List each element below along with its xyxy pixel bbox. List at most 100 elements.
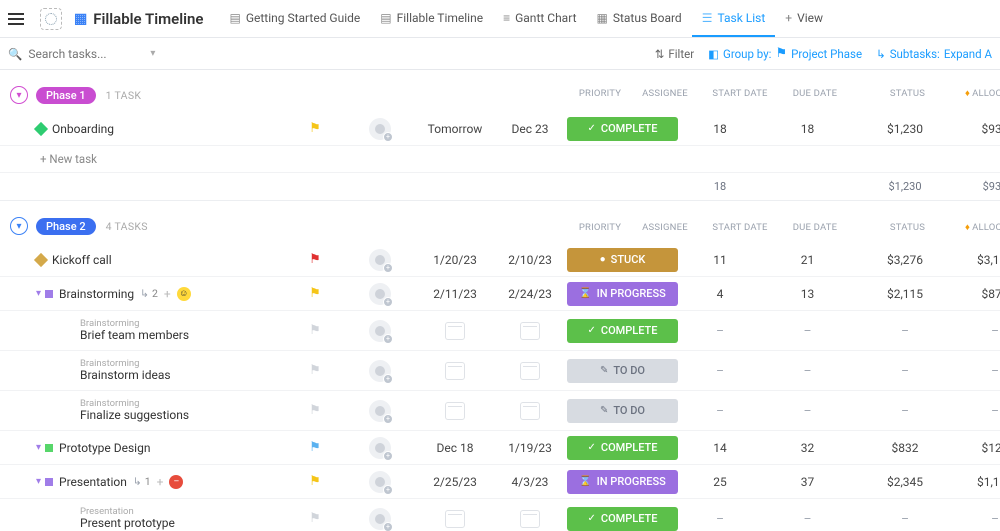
status-badge[interactable]: ✓ COMPLETE bbox=[567, 507, 678, 531]
task-name[interactable]: Brief team members bbox=[80, 328, 189, 342]
status-badge[interactable]: ⌛IN PROGRESS bbox=[567, 282, 678, 306]
calendar-empty-icon[interactable] bbox=[445, 510, 465, 528]
subtasks-button[interactable]: ↳ Subtasks: Expand A bbox=[876, 47, 992, 61]
tab-status-board[interactable]: ▦Status Board bbox=[587, 0, 692, 37]
square-icon bbox=[45, 290, 53, 298]
status-badge[interactable]: ✎TO DO bbox=[567, 359, 678, 383]
priority-flag-icon[interactable]: ⚑ bbox=[309, 403, 321, 418]
status-badge[interactable]: ●STUCK bbox=[567, 248, 678, 272]
due-date[interactable]: 1/19/23 bbox=[495, 441, 565, 455]
collapse-icon[interactable]: ▾ bbox=[10, 217, 28, 235]
priority-flag-icon[interactable]: ⚑ bbox=[309, 252, 321, 267]
due-date[interactable]: 4/3/23 bbox=[495, 475, 565, 489]
expand-icon[interactable]: ▾ bbox=[36, 288, 41, 299]
tab-gantt-chart[interactable]: ≡Gantt Chart bbox=[493, 0, 586, 37]
parent-name: Brainstorming bbox=[80, 319, 139, 329]
start-date[interactable]: 2/11/23 bbox=[415, 287, 495, 301]
priority-flag-icon[interactable]: ⚑ bbox=[309, 363, 321, 378]
priority-flag-icon[interactable]: ⚑ bbox=[309, 286, 321, 301]
status-face-icon: – bbox=[169, 475, 183, 489]
assignee-avatar[interactable]: + bbox=[369, 249, 391, 271]
search-icon: 🔍 bbox=[8, 47, 22, 61]
filter-button[interactable]: ⇅Filter bbox=[655, 47, 694, 61]
assignee-avatar[interactable]: + bbox=[369, 320, 391, 342]
task-row: ▾Brainstorming↳2+☺⚑+2/11/232/24/23⌛IN PR… bbox=[0, 277, 1000, 311]
calendar-empty-icon[interactable] bbox=[445, 402, 465, 420]
status-badge[interactable]: ✎TO DO bbox=[567, 399, 678, 423]
start-date[interactable]: 2/25/23 bbox=[415, 475, 495, 489]
new-task-button[interactable]: + New task bbox=[0, 146, 1000, 173]
priority-flag-icon[interactable]: ⚑ bbox=[309, 121, 321, 136]
assignee-avatar[interactable]: + bbox=[369, 508, 391, 530]
doc-icon[interactable] bbox=[40, 8, 62, 30]
priority-flag-icon[interactable]: ⚑ bbox=[309, 474, 321, 489]
phase-badge[interactable]: Phase 1 bbox=[36, 87, 96, 104]
calendar-empty-icon[interactable] bbox=[520, 362, 540, 380]
calendar-empty-icon[interactable] bbox=[520, 322, 540, 340]
task-name[interactable]: Brainstorming bbox=[59, 287, 134, 301]
search-input[interactable] bbox=[28, 47, 138, 61]
status-text: COMPLETE bbox=[601, 512, 658, 525]
assignee-avatar[interactable]: + bbox=[369, 471, 391, 493]
status-text: TO DO bbox=[613, 404, 645, 417]
add-subtask-icon[interactable]: + bbox=[157, 475, 164, 489]
tab-view[interactable]: +View bbox=[775, 0, 833, 37]
subtask-indicator[interactable]: ↳2 bbox=[140, 287, 158, 300]
task-name[interactable]: Brainstorm ideas bbox=[80, 368, 171, 382]
page-title: ▦ Fillable Timeline bbox=[74, 10, 203, 28]
task-name[interactable]: Prototype Design bbox=[59, 441, 150, 455]
cell-value: $2,345 bbox=[855, 475, 955, 489]
status-icon: ✓ bbox=[588, 513, 596, 524]
assignee-avatar[interactable]: + bbox=[369, 283, 391, 305]
tab-label: Getting Started Guide bbox=[246, 11, 360, 25]
tab-fillable-timeline[interactable]: ▤Fillable Timeline bbox=[370, 0, 493, 37]
add-subtask-icon[interactable]: + bbox=[164, 287, 171, 301]
task-name[interactable]: Finalize suggestions bbox=[80, 408, 189, 422]
assignee-avatar[interactable]: + bbox=[369, 400, 391, 422]
task-name[interactable]: Present prototype bbox=[80, 516, 175, 530]
tab-icon: ▤ bbox=[380, 11, 391, 25]
assignee-avatar[interactable]: + bbox=[369, 437, 391, 459]
phase-badge[interactable]: Phase 2 bbox=[36, 218, 96, 235]
status-badge[interactable]: ✓COMPLETE bbox=[567, 117, 678, 141]
start-date[interactable]: Dec 18 bbox=[415, 441, 495, 455]
cell-value: $120 bbox=[955, 441, 1000, 455]
priority-flag-icon[interactable]: ⚑ bbox=[309, 323, 321, 338]
status-badge[interactable]: ⌛IN PROGRESS bbox=[567, 470, 678, 494]
calendar-empty-icon[interactable] bbox=[520, 402, 540, 420]
status-badge[interactable]: ✓COMPLETE bbox=[567, 436, 678, 460]
task-list: ▾ Phase 1 1 TASK PRIORITY ASSIGNEE START… bbox=[0, 70, 1000, 531]
status-text: COMPLETE bbox=[601, 122, 658, 135]
task-name[interactable]: Onboarding bbox=[52, 122, 114, 136]
calendar-icon: ▦ bbox=[74, 11, 87, 27]
due-date[interactable]: Dec 23 bbox=[495, 122, 565, 136]
collapse-icon[interactable]: ▾ bbox=[10, 86, 28, 104]
tab-getting-started-guide[interactable]: ▤Getting Started Guide bbox=[219, 0, 370, 37]
flag-icon: ⚑ bbox=[775, 46, 787, 61]
assignee-avatar[interactable]: + bbox=[369, 118, 391, 140]
expand-icon[interactable]: ▾ bbox=[36, 442, 41, 453]
tab-task-list[interactable]: ☰Task List bbox=[692, 0, 776, 37]
task-name[interactable]: Presentation bbox=[59, 475, 127, 489]
tab-label: Status Board bbox=[613, 11, 682, 25]
group-by-button[interactable]: ◧ Group by: ⚑ Project Phase bbox=[708, 46, 862, 61]
calendar-empty-icon[interactable] bbox=[445, 362, 465, 380]
cell-value: – bbox=[760, 364, 855, 378]
subtask-indicator[interactable]: ↳1 bbox=[133, 475, 151, 488]
task-name[interactable]: Kickoff call bbox=[52, 253, 112, 267]
due-date[interactable]: 2/24/23 bbox=[495, 287, 565, 301]
start-date[interactable]: 1/20/23 bbox=[415, 253, 495, 267]
expand-icon[interactable]: ▾ bbox=[36, 476, 41, 487]
priority-flag-icon[interactable]: ⚑ bbox=[309, 440, 321, 455]
due-date[interactable]: 2/10/23 bbox=[495, 253, 565, 267]
menu-icon[interactable] bbox=[8, 7, 32, 31]
calendar-empty-icon[interactable] bbox=[520, 510, 540, 528]
chevron-down-icon[interactable]: ▾ bbox=[150, 48, 155, 59]
calendar-empty-icon[interactable] bbox=[445, 322, 465, 340]
assignee-avatar[interactable]: + bbox=[369, 360, 391, 382]
priority-flag-icon[interactable]: ⚑ bbox=[309, 511, 321, 526]
tab-icon: ≡ bbox=[503, 11, 510, 25]
status-badge[interactable]: ✓COMPLETE bbox=[567, 319, 678, 343]
start-date[interactable]: Tomorrow bbox=[415, 122, 495, 136]
cell-value: 4 bbox=[680, 287, 760, 301]
